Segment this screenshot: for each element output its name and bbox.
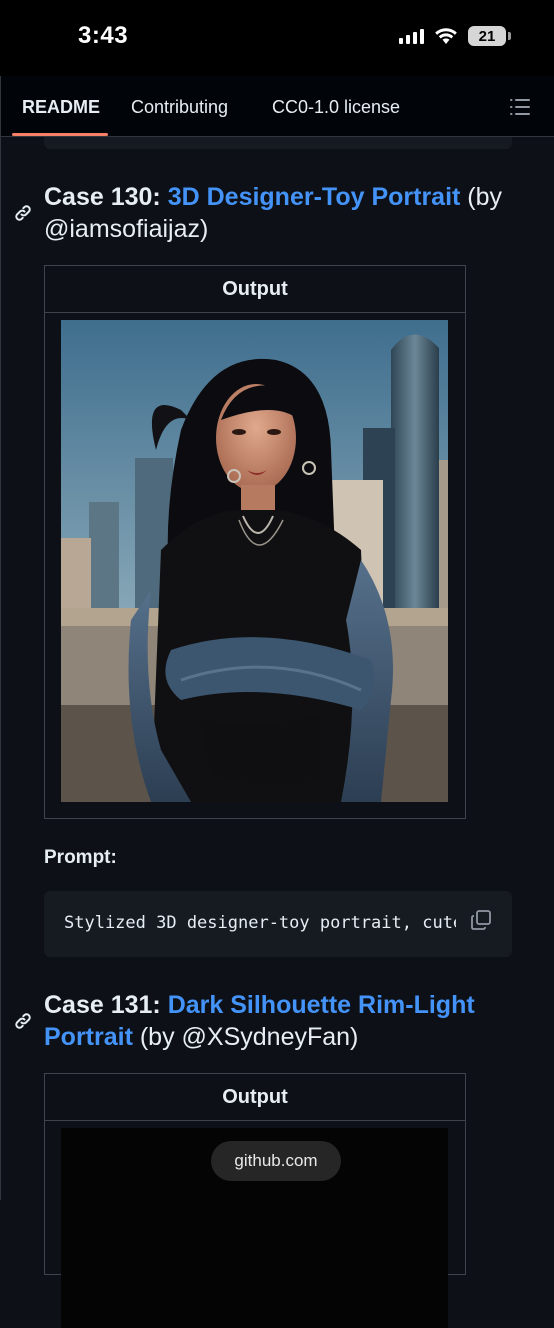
- case-130-heading: Case 130: 3D Designer-Toy Portrait (by @…: [44, 181, 514, 245]
- readme-content: Case 130: 3D Designer-Toy Portrait (by @…: [0, 137, 554, 1328]
- prompt-code-block: Stylized 3D designer-toy portrait, cute: [44, 891, 512, 957]
- case-130-output-table: Output: [44, 265, 466, 819]
- anchor-link-icon[interactable]: [13, 203, 33, 223]
- case-130-prefix: Case 130:: [44, 183, 168, 211]
- case-131-author: (by @XSydneyFan): [132, 1023, 359, 1051]
- cellular-signal-icon: [399, 28, 424, 44]
- anchor-link-icon[interactable]: [13, 1011, 33, 1031]
- portrait-photo: [61, 320, 448, 802]
- case-131-prefix: Case 131:: [44, 991, 168, 1019]
- output-column-header: Output: [45, 1074, 465, 1121]
- status-icons: 21: [399, 26, 511, 46]
- active-tab-indicator: [12, 133, 108, 136]
- prompt-label: Prompt:: [44, 847, 117, 868]
- browser-url-pill[interactable]: github.com: [211, 1141, 341, 1181]
- prompt-code-text[interactable]: Stylized 3D designer-toy portrait, cute: [64, 913, 456, 933]
- battery-icon: 21: [468, 26, 511, 46]
- output-column-header: Output: [45, 266, 465, 313]
- battery-level: 21: [478, 27, 496, 45]
- status-time: 3:43: [78, 22, 129, 49]
- case-130-link[interactable]: 3D Designer-Toy Portrait: [168, 183, 461, 211]
- tab-license[interactable]: CC0-1.0 license: [272, 97, 400, 118]
- case-130-output-image[interactable]: [61, 320, 448, 802]
- tab-contributing[interactable]: Contributing: [131, 97, 228, 118]
- copy-icon[interactable]: [470, 909, 492, 931]
- previous-code-block: [44, 137, 512, 149]
- repo-tabbar: README Contributing CC0-1.0 license: [0, 76, 554, 137]
- status-bar: 3:43 21: [0, 0, 554, 76]
- case-131-heading: Case 131: Dark Silhouette Rim-Light Port…: [44, 989, 484, 1053]
- table-of-contents-icon[interactable]: [510, 98, 530, 116]
- tab-readme[interactable]: README: [22, 97, 100, 118]
- wifi-icon: [435, 28, 457, 44]
